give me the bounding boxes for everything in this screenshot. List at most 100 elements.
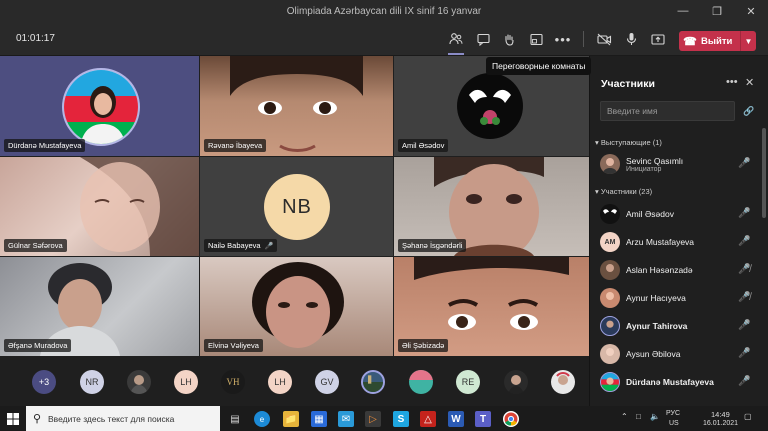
participant-avatar[interactable]: GV [315,370,339,394]
participant-avatar[interactable]: LH [174,370,198,394]
participant-row[interactable]: Amil Əsədov 🎤 [590,200,760,228]
close-icon[interactable]: ✕ [745,76,754,89]
file-explorer-icon[interactable]: 📁 [283,411,299,427]
participants-panel-title: Участники [601,78,655,90]
meeting-timer: 01:01:17 [16,33,55,44]
phone-icon: ☎ [683,35,697,48]
clock-date[interactable]: 16.01.2021 [703,420,738,427]
more-participants-badge[interactable]: +3 [32,370,56,394]
toolbar-separator [583,31,584,47]
pdf-reader-icon[interactable]: △ [420,411,436,427]
participant-avatar[interactable] [361,370,385,394]
video-tile[interactable]: Elvinə Vəliyeva [200,257,393,356]
clock-time[interactable]: 14:49 [711,410,730,419]
skype-icon[interactable]: S [393,411,409,427]
video-tile[interactable]: Şəhanə İsgəndərli [394,157,589,256]
chevron-down-icon[interactable]: ▼ [740,31,756,51]
volume-icon[interactable]: 🔈 [650,412,660,421]
teams-icon[interactable]: T [475,411,491,427]
mic-icon: 🎤 [738,208,751,219]
breakout-rooms-icon[interactable] [526,29,546,49]
keyboard-layout[interactable]: US [669,420,679,427]
participant-name: Sevinc Qasımlı [626,156,684,166]
participant-role: Инициатор [626,166,662,173]
window-controls: — ❐ ✕ [666,0,768,22]
participant-name-label: Dürdanə Mustafayeva [4,139,86,152]
leave-label: Выйти [701,35,733,47]
participant-avatar [600,204,620,224]
participant-search-input[interactable]: Введите имя [600,101,735,121]
taskbar-search-input[interactable]: ⚲ Введите здесь текст для поиска [26,406,220,431]
word-icon[interactable]: W [448,411,464,427]
participant-avatar [600,372,620,392]
task-view-icon[interactable]: ▤ [227,411,243,427]
participant-row[interactable]: Aynur Hacıyeva 🎤̸ [590,284,760,312]
participant-name: Aslan Həsənzadə [626,265,693,275]
mic-icon: 🎤 [738,320,751,331]
participant-avatar [62,68,140,146]
video-tile[interactable]: Əfşanə Muradova [0,257,199,356]
panel-scrollbar[interactable] [762,128,766,218]
mic-off-icon: 🎤̸ [738,264,751,275]
participant-row[interactable]: AM Arzu Mustafayeva 🎤 [590,228,760,256]
participant-row[interactable]: Sevinc Qasımlı Инициатор 🎤 [590,150,760,178]
raise-hand-icon[interactable] [499,29,519,49]
attendees-section-header[interactable]: ▾ Участники (23) [595,187,652,196]
presenters-section-header[interactable]: ▾ Выступающие (1) [595,138,662,147]
people-icon[interactable] [446,29,466,55]
video-tile[interactable]: Rəvanə İbayeva [200,56,393,156]
participant-name: Arzu Mustafayeva [626,237,695,247]
participant-avatar [600,260,620,280]
video-tile[interactable]: Gülnar Səfərova [0,157,199,256]
camera-off-icon[interactable] [594,29,614,49]
mic-icon[interactable] [621,29,641,49]
notifications-icon[interactable]: ▢ [744,412,752,421]
store-icon[interactable]: ▦ [311,411,327,427]
video-tile[interactable]: Dürdanə Mustafayeva [0,56,199,156]
participant-name-label: Şəhanə İsgəndərli [398,239,467,252]
mic-muted-icon: 🎤 [264,242,274,250]
participant-avatar[interactable]: LH [268,370,292,394]
share-tray-icon[interactable] [648,29,668,49]
participant-name-label: Amil Əsədov [398,139,449,152]
video-tile[interactable]: Əli Şəbizadə [394,257,589,356]
network-icon[interactable]: □ [636,412,641,421]
close-icon[interactable]: ✕ [734,0,768,22]
participant-avatar [600,288,620,308]
maximize-icon[interactable]: ❐ [700,0,734,22]
tray-overflow-icon[interactable]: ⌃ [621,412,628,421]
participant-avatar[interactable] [127,370,151,394]
window-title-bar: Olimpiada Azərbaycan dili IX sinif 16 ya… [0,0,768,22]
more-icon[interactable]: ••• [726,76,738,88]
participant-avatar[interactable]: NR [80,370,104,394]
participant-row[interactable]: Dürdanə Mustafayeva 🎤 [590,368,760,396]
leave-button[interactable]: ☎ Выйти ▼ [679,31,756,51]
participant-row[interactable]: Aynur Tahirova 🎤 [590,312,760,340]
more-options-icon[interactable]: ••• [553,29,573,49]
input-language[interactable]: РУС [666,410,680,417]
windows-taskbar: ⚲ Введите здесь текст для поиска ▤ e 📁 ▦… [0,406,768,431]
mic-icon: 🎤 [738,376,751,387]
mic-icon: 🎤 [738,348,751,359]
mail-icon[interactable]: ✉ [338,411,354,427]
participant-row[interactable]: Aslan Həsənzadə 🎤̸ [590,256,760,284]
participant-avatar[interactable]: VH [221,370,245,394]
participant-avatar[interactable] [504,370,528,394]
participant-name: Aynur Tahirova [626,321,688,331]
mic-icon: 🎤 [738,236,751,247]
participant-avatar[interactable] [409,370,433,394]
participant-name-label: Gülnar Səfərova [4,239,67,252]
share-invite-icon[interactable]: 🔗 [743,106,754,117]
chrome-icon[interactable] [503,411,519,427]
video-tile[interactable]: NB Nailə Babayeva 🎤 [200,157,393,256]
participant-avatar[interactable]: RE [456,370,480,394]
minimize-icon[interactable]: — [666,0,700,22]
windows-start-icon[interactable] [5,411,21,427]
edge-icon[interactable]: e [254,411,270,427]
participant-name: Dürdanə Mustafayeva [626,377,714,387]
participant-avatar[interactable] [551,370,575,394]
app-icon[interactable]: ▷ [365,411,381,427]
chat-icon[interactable] [473,29,493,49]
participant-row[interactable]: Aysun Əbilova 🎤 [590,340,760,368]
breakout-rooms-tooltip: Переговорные комнаты [486,57,592,75]
